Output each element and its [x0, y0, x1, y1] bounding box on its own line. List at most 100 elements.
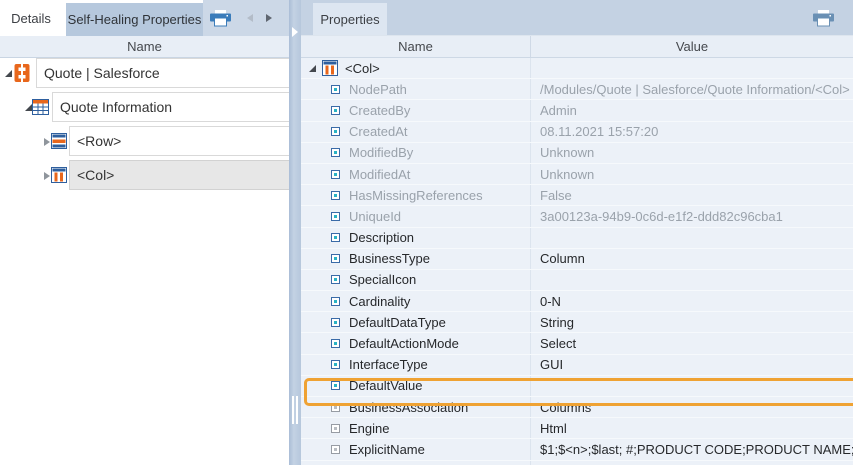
property-value[interactable]: Columns [530, 397, 853, 417]
tab-details[interactable]: Details [0, 0, 62, 36]
panel-splitter[interactable] [289, 0, 301, 465]
property-row-interfacetype[interactable]: InterfaceType GUI [301, 355, 853, 376]
root-node-label: <Col> [345, 61, 380, 76]
property-row-hasmissingreferences[interactable]: HasMissingReferences False [301, 185, 853, 206]
property-name: UniqueId [349, 209, 401, 224]
property-type-icon [332, 86, 339, 93]
tree-name-column-header: Name [0, 36, 289, 58]
property-type-icon [332, 319, 339, 326]
tree-item-row[interactable]: <Row> [0, 126, 289, 156]
property-name: ModifiedBy [349, 145, 413, 160]
property-value[interactable]: Admin [530, 100, 853, 120]
property-row-explicitname[interactable]: ExplicitName $1;$<n>;$last; #;PRODUCT CO… [301, 439, 853, 460]
properties-root-row[interactable]: <Col> [301, 58, 853, 79]
property-value[interactable]: Html [530, 418, 853, 438]
property-row-specialicon[interactable]: SpecialIcon [301, 270, 853, 291]
tab-properties[interactable]: Properties [313, 3, 387, 35]
property-row-modifiedby[interactable]: ModifiedBy Unknown [301, 143, 853, 164]
property-type-icon [332, 192, 339, 199]
property-name: DefaultActionMode [349, 336, 459, 351]
property-type-icon [332, 128, 339, 135]
chevron-right-icon[interactable] [266, 14, 272, 22]
property-value[interactable]: 08.11.2021 15:57:20 [530, 122, 853, 142]
property-type-icon [332, 213, 339, 220]
property-row-cardinality[interactable]: Cardinality 0-N [301, 291, 853, 312]
chevron-left-icon[interactable] [247, 14, 253, 22]
properties-panel: Properties Name Value <Col> [301, 0, 853, 465]
left-tab-bar: Details Self-Healing Properties [0, 0, 289, 36]
tree-item-quote-information[interactable]: Quote Information [0, 92, 289, 122]
property-row-businesstype[interactable]: BusinessType Column [301, 249, 853, 270]
print-icon[interactable] [210, 10, 231, 27]
property-value[interactable]: False [530, 185, 853, 205]
print-icon[interactable] [813, 10, 834, 27]
property-name: HasMissingReferences [349, 188, 483, 203]
splitter-grip[interactable] [292, 396, 294, 424]
col-icon [51, 167, 67, 183]
root-node-value [530, 58, 853, 78]
column-header-name: Name [301, 36, 530, 57]
property-type-icon [332, 107, 339, 114]
tosca-module-icon [12, 63, 32, 83]
property-row-businessassociation[interactable]: BusinessAssociation Columns [301, 397, 853, 418]
property-type-icon [332, 171, 339, 178]
tree-item-quote-salesforce[interactable]: Quote | Salesforce [0, 58, 289, 88]
property-value[interactable]: Column [530, 249, 853, 269]
col-icon [322, 60, 338, 76]
properties-grid-header: Name Value [301, 36, 853, 58]
tab-self-healing-properties[interactable]: Self-Healing Properties [66, 3, 203, 36]
property-type-icon [332, 255, 339, 262]
property-name: NodePath [349, 82, 407, 97]
property-name: InterfaceType [349, 357, 428, 372]
properties-tab-bar: Properties [301, 0, 853, 36]
tree-item-label: Quote Information [60, 99, 172, 115]
property-type-icon [332, 361, 339, 368]
property-name: Cardinality [349, 294, 410, 309]
module-tree: Quote | Salesforce Quote Information <Ro… [0, 58, 289, 465]
expand-collapse-icon[interactable] [44, 172, 50, 180]
property-value[interactable]: Unknown [530, 164, 853, 184]
property-value[interactable]: GUI [530, 355, 853, 375]
property-row-defaultactionmode[interactable]: DefaultActionMode Select [301, 333, 853, 354]
property-row-nodepath[interactable]: NodePath /Modules/Quote | Salesforce/Quo… [301, 79, 853, 100]
property-value[interactable]: 0-N [530, 291, 853, 311]
property-name: CreatedBy [349, 103, 410, 118]
property-value[interactable]: String [530, 312, 853, 332]
property-row-createdby[interactable]: CreatedBy Admin [301, 100, 853, 121]
column-header-value: Value [530, 36, 853, 57]
property-value[interactable] [530, 376, 853, 396]
tosca-properties-window: Details Self-Healing Properties Name Quo… [0, 0, 853, 465]
property-value[interactable]: 3a00123a-94b9-0c6d-e1f2-ddd82c96cba1 [530, 206, 853, 226]
property-row-engine[interactable]: Engine Html [301, 418, 853, 439]
property-row-defaultvalue[interactable]: DefaultValue [301, 376, 853, 397]
splitter-expand-icon[interactable] [292, 27, 298, 37]
tree-item-label: <Col> [77, 167, 114, 183]
property-name: DefaultValue [349, 378, 422, 393]
property-name: Engine [349, 421, 389, 436]
property-name: ModifiedAt [349, 167, 410, 182]
property-value[interactable]: Unknown [530, 143, 853, 163]
property-value[interactable]: $1;$<n>;$last; #;PRODUCT CODE;PRODUCT NA… [530, 439, 853, 459]
tree-item-col[interactable]: <Col> [0, 160, 289, 190]
expand-collapse-icon[interactable] [25, 104, 32, 111]
property-value[interactable] [530, 228, 853, 248]
property-name: CreatedAt [349, 124, 408, 139]
expand-collapse-icon[interactable] [5, 70, 12, 77]
property-value[interactable]: /Modules/Quote | Salesforce/Quote Inform… [530, 79, 853, 99]
property-row-description[interactable]: Description [301, 228, 853, 249]
module-details-panel: Details Self-Healing Properties Name Quo… [0, 0, 289, 465]
expand-collapse-icon[interactable] [44, 138, 50, 146]
property-type-icon [332, 234, 339, 241]
table-icon [32, 99, 49, 115]
property-row-defaultdatatype[interactable]: DefaultDataType String [301, 312, 853, 333]
property-value[interactable] [530, 270, 853, 290]
property-type-icon [332, 425, 339, 432]
property-row-createdat[interactable]: CreatedAt 08.11.2021 15:57:20 [301, 122, 853, 143]
property-value[interactable]: Select [530, 333, 853, 353]
property-type-icon [332, 149, 339, 156]
property-type-icon [332, 298, 339, 305]
property-row-modifiedat[interactable]: ModifiedAt Unknown [301, 164, 853, 185]
property-name: Description [349, 230, 414, 245]
property-row-uniqueid[interactable]: UniqueId 3a00123a-94b9-0c6d-e1f2-ddd82c9… [301, 206, 853, 227]
expand-collapse-icon[interactable] [309, 65, 316, 72]
